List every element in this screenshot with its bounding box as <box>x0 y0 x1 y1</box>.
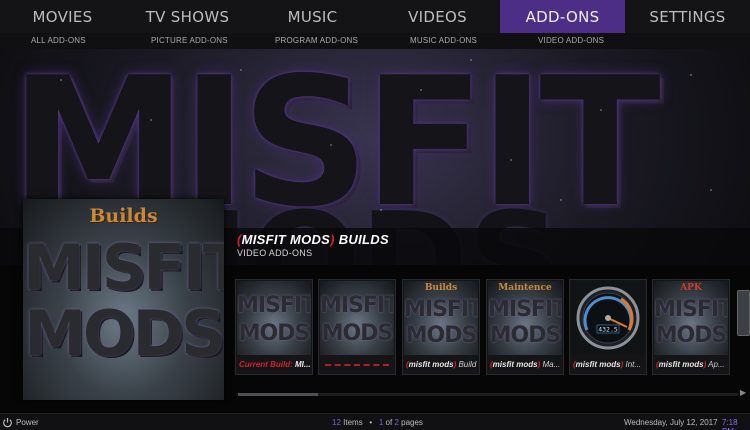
nav-movies[interactable]: MOVIES <box>0 0 125 33</box>
selected-title-brand: MISFIT MODS <box>241 232 331 247</box>
addon-tile-builds[interactable]: Builds MISFIT MODS (misfit mods) Build <box>402 279 480 375</box>
nav-music[interactable]: MUSIC <box>250 0 375 33</box>
tile-art-apk: APK MISFIT MODS <box>654 281 728 355</box>
tile-scrollbar[interactable] <box>238 393 738 396</box>
power-icon[interactable] <box>2 417 13 428</box>
addon-tile-apk[interactable]: APK MISFIT MODS (misfit mods) Ap... <box>652 279 730 375</box>
poster-line-1: MISFIT <box>23 231 224 304</box>
addon-tile-current-build[interactable]: MISFIT MODS Current Build: MI... <box>235 279 313 375</box>
tile-label: (misfit mods) Ap... <box>656 360 725 369</box>
power-label[interactable]: Power <box>16 418 39 427</box>
subnav-video-add-ons[interactable]: VIDEO ADD-ONS <box>538 36 604 45</box>
tile-dashes <box>325 364 389 366</box>
nav-videos[interactable]: VIDEOS <box>375 0 500 33</box>
addon-tile-maintenance[interactable]: Maintence MISFIT MODS (misfit mods) Ma..… <box>486 279 564 375</box>
addon-tile-partial[interactable] <box>737 290 750 336</box>
footer-date: Wednesday, July 12, 2017 <box>624 418 718 427</box>
tile-label: (misfit mods) Build <box>406 360 477 369</box>
tile-label: (misfit mods) Int... <box>573 360 642 369</box>
tile-label: (misfit mods) Ma... <box>490 360 561 369</box>
tile-art-maintenance: Maintence MISFIT MODS <box>488 281 562 355</box>
addon-tile-internet-speed[interactable]: 432.5 (misfit mods) Int... <box>569 279 647 375</box>
subnav-picture-add-ons[interactable]: PICTURE ADD-ONS <box>151 36 228 45</box>
tile-label: Current Build: MI... <box>239 360 311 369</box>
sub-nav: ALL ADD-ONS PICTURE ADD-ONS PROGRAM ADD-… <box>0 33 750 49</box>
scroll-right-icon[interactable]: ▶ <box>740 388 746 397</box>
scrollbar-thumb[interactable] <box>238 393 318 396</box>
poster-header: Builds <box>89 205 158 227</box>
speed-gauge-icon: 432.5 <box>571 281 645 355</box>
tile-art-builds: Builds MISFIT MODS <box>404 281 478 355</box>
addon-tile-separator[interactable]: MISFIT MODS <box>318 279 396 375</box>
status-footer: Power 12 Items • 1 of 2 pages Wednesday,… <box>0 413 750 430</box>
tile-art-misfit-mods: MISFIT MODS <box>320 281 394 355</box>
tile-art-misfit-mods: MISFIT MODS <box>237 281 311 355</box>
item-count: 12 Items • 1 of 2 pages <box>332 418 423 427</box>
poster-line-2: MODS <box>24 297 224 370</box>
nav-tv-shows[interactable]: TV SHOWS <box>125 0 250 33</box>
selected-item-title: (MISFIT MODS) BUILDS <box>237 232 389 247</box>
subnav-all-add-ons[interactable]: ALL ADD-ONS <box>31 36 86 45</box>
nav-add-ons[interactable]: ADD-ONS <box>500 0 625 33</box>
subnav-music-add-ons[interactable]: MUSIC ADD-ONS <box>410 36 477 45</box>
selected-title-rest: BUILDS <box>334 232 389 247</box>
selected-item-category: VIDEO ADD-ONS <box>237 248 313 258</box>
subnav-program-add-ons[interactable]: PROGRAM ADD-ONS <box>275 36 358 45</box>
gauge-value: 432.5 <box>598 326 618 334</box>
selected-poster: Builds MISFIT MODS <box>23 199 224 400</box>
nav-settings[interactable]: SETTINGS <box>625 0 750 33</box>
footer-time: 7:18 PM <box>722 418 738 430</box>
top-nav: MOVIES TV SHOWS MUSIC VIDEOS ADD-ONS SET… <box>0 0 750 33</box>
